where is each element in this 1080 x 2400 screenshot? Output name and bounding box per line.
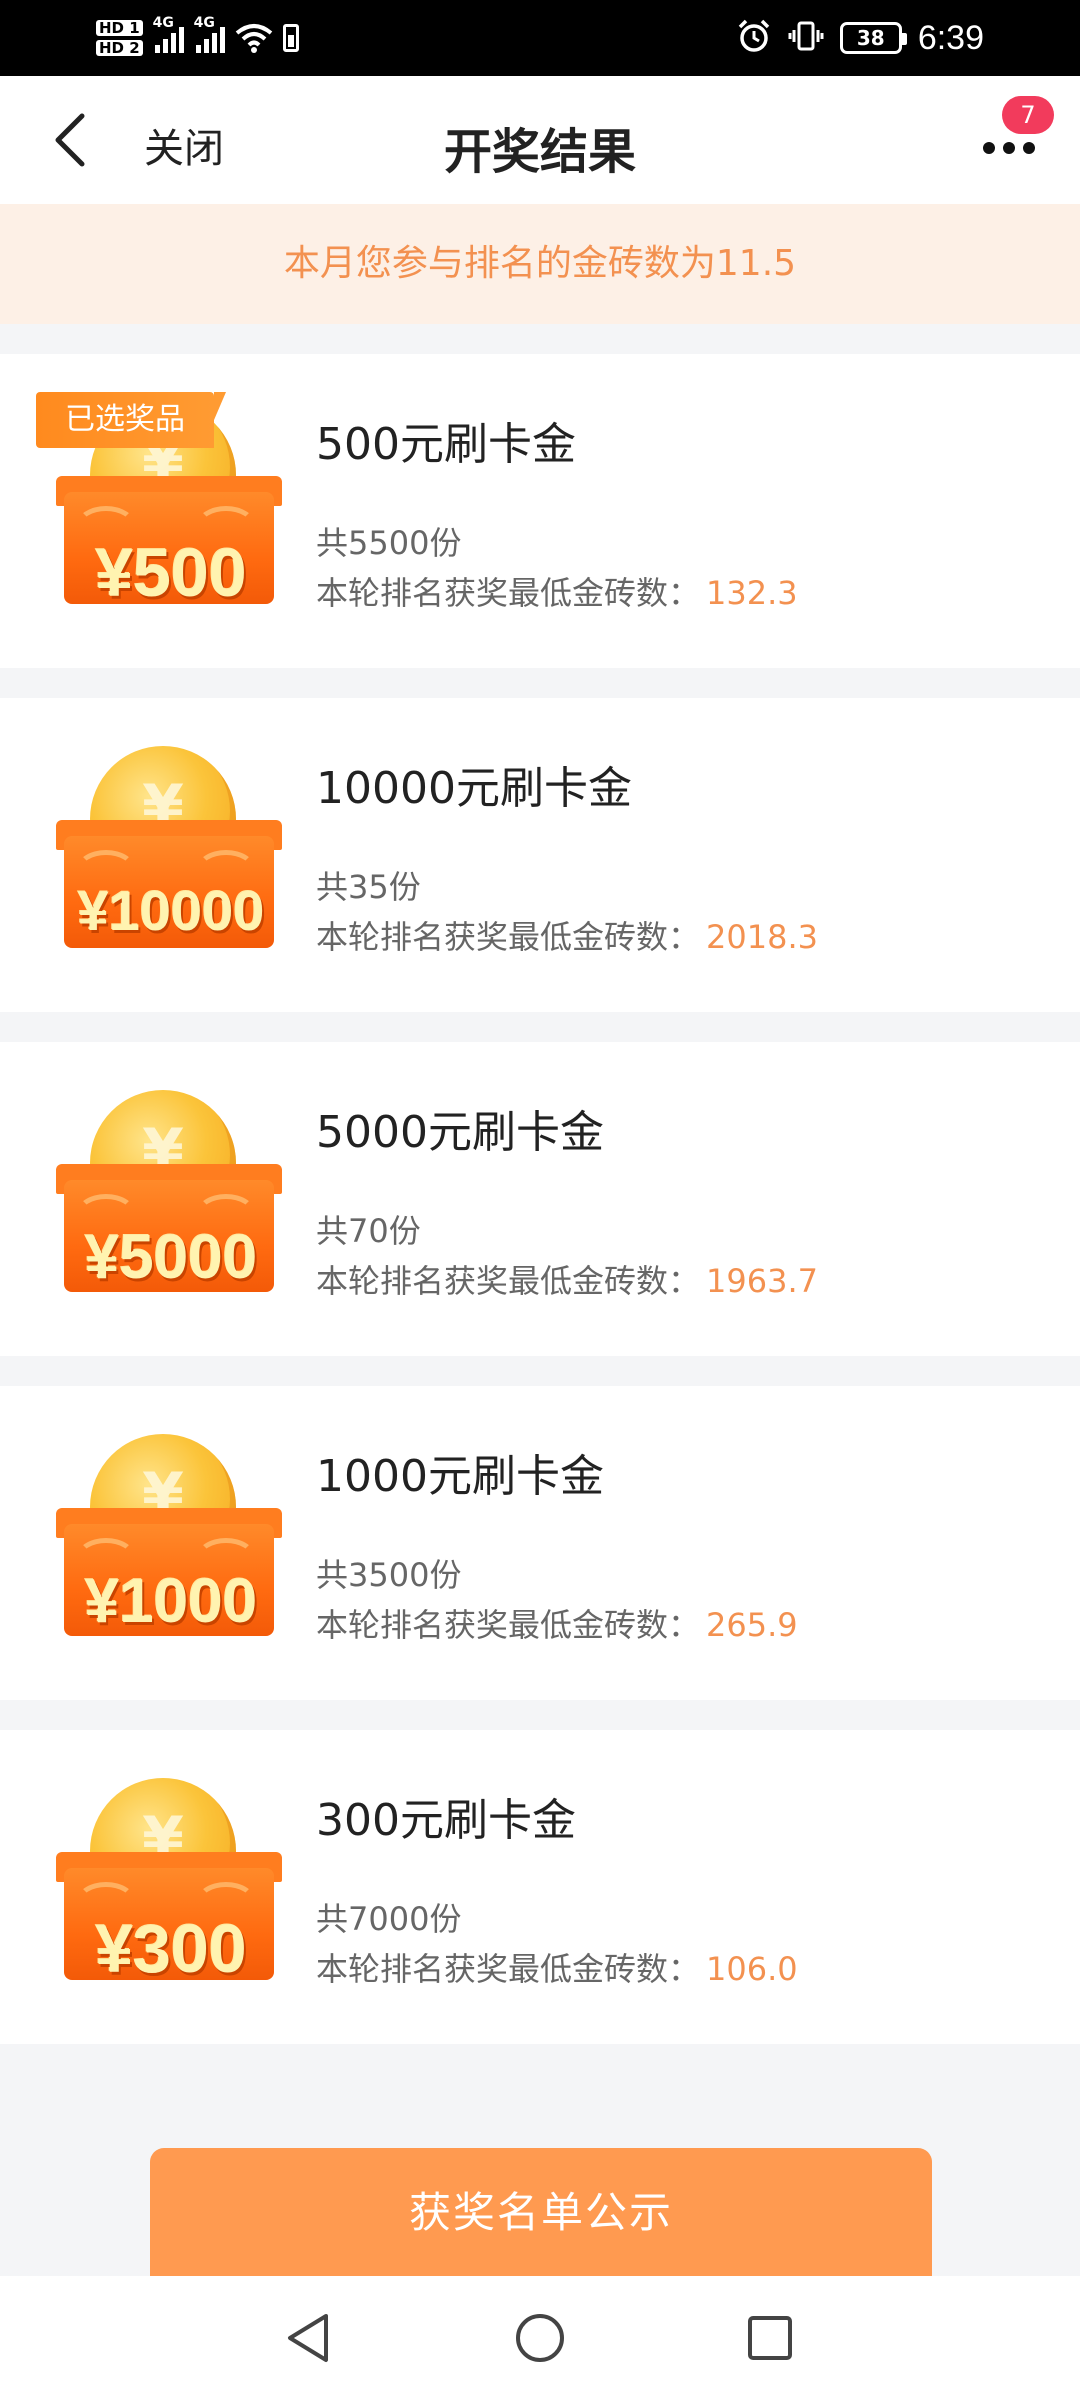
min-label: 本轮排名获奖最低金砖数： bbox=[316, 1950, 701, 1988]
prize-name: 500元刷卡金 bbox=[316, 419, 576, 470]
prize-count: 共5500份 bbox=[316, 524, 462, 562]
signal-icon: 4G bbox=[153, 15, 184, 53]
min-value: 132.3 bbox=[706, 574, 798, 612]
prize-count: 共7000份 bbox=[316, 1900, 462, 1938]
prize-card[interactable]: 已选奖品 ¥ ¥500 500元刷卡金 共5500份 本轮排名获奖最低金砖数： 1… bbox=[0, 354, 1080, 668]
top-nav-bar: 关闭 开奖结果 7 bbox=[0, 76, 1080, 204]
status-left: HD 1 HD 2 4G 4G bbox=[96, 10, 299, 66]
battery-level: 38 bbox=[856, 26, 885, 50]
hd2-label: HD 2 bbox=[96, 40, 143, 56]
nav-home-button[interactable] bbox=[508, 2306, 572, 2370]
prize-name: 5000元刷卡金 bbox=[316, 1107, 604, 1158]
prize-min-bricks: 本轮排名获奖最低金砖数： 265.9 bbox=[316, 1600, 798, 1646]
prize-gift-icon: ¥ ¥300 bbox=[56, 1770, 286, 2002]
prize-min-bricks: 本轮排名获奖最低金砖数： 2018.3 bbox=[316, 912, 818, 958]
prize-card[interactable]: ¥ ¥5000 5000元刷卡金 共70份 本轮排名获奖最低金砖数： 1963.7 bbox=[0, 1042, 1080, 1356]
prize-count: 共35份 bbox=[316, 868, 421, 906]
min-label: 本轮排名获奖最低金砖数： bbox=[316, 574, 701, 612]
prize-amount: ¥10000 bbox=[77, 879, 265, 942]
square-recents-icon bbox=[748, 2316, 792, 2360]
prize-name: 300元刷卡金 bbox=[316, 1795, 576, 1846]
prize-gift-icon: ¥ ¥10000 bbox=[56, 738, 286, 970]
status-right: 38 6:39 bbox=[736, 10, 984, 66]
min-value: 1963.7 bbox=[706, 1262, 818, 1300]
prize-min-bricks: 本轮排名获奖最低金砖数： 106.0 bbox=[316, 1944, 798, 1990]
page-title: 开奖结果 bbox=[443, 124, 636, 180]
min-value: 2018.3 bbox=[706, 918, 818, 956]
prize-list: 已选奖品 ¥ ¥500 500元刷卡金 共5500份 本轮排名获奖最低金砖数： 1… bbox=[0, 354, 1080, 2074]
nav-recents-button[interactable] bbox=[738, 2306, 802, 2370]
hd-indicator: HD 1 HD 2 bbox=[96, 20, 143, 56]
min-label: 本轮排名获奖最低金砖数： bbox=[316, 1262, 701, 1300]
prize-amount: ¥300 bbox=[95, 1911, 247, 1987]
notification-badge: 7 bbox=[1002, 96, 1054, 134]
prize-count: 共3500份 bbox=[316, 1556, 462, 1594]
status-bar: HD 1 HD 2 4G 4G 38 6:39 bbox=[0, 0, 1080, 76]
prize-min-bricks: 本轮排名获奖最低金砖数： 1963.7 bbox=[316, 1256, 818, 1302]
prize-card[interactable]: ¥ ¥10000 10000元刷卡金 共35份 本轮排名获奖最低金砖数： 2018… bbox=[0, 698, 1080, 1012]
sim-battery-icon bbox=[282, 24, 299, 52]
min-label: 本轮排名获奖最低金砖数： bbox=[316, 918, 701, 956]
battery-icon: 38 bbox=[839, 22, 907, 54]
prize-name: 1000元刷卡金 bbox=[316, 1451, 604, 1502]
prize-amount: ¥5000 bbox=[84, 1223, 258, 1292]
min-value: 265.9 bbox=[706, 1606, 798, 1644]
triangle-back-icon bbox=[288, 2314, 328, 2362]
prize-count: 共70份 bbox=[316, 1212, 421, 1250]
system-nav-bar bbox=[0, 2276, 1080, 2400]
prize-amount: ¥500 bbox=[95, 535, 247, 611]
vibrate-icon bbox=[788, 18, 824, 58]
net2-label: 4G bbox=[193, 15, 215, 31]
min-label: 本轮排名获奖最低金砖数： bbox=[316, 1606, 701, 1644]
more-dots-icon bbox=[983, 142, 995, 154]
circle-home-icon bbox=[516, 2314, 564, 2362]
gold-brick-notice: 本月您参与排名的金砖数为11.5 bbox=[0, 204, 1080, 324]
prize-gift-icon: ¥ ¥1000 bbox=[56, 1426, 286, 1658]
clock: 6:39 bbox=[917, 18, 984, 57]
prize-min-bricks: 本轮排名获奖最低金砖数： 132.3 bbox=[316, 568, 798, 614]
prize-name: 10000元刷卡金 bbox=[316, 763, 632, 814]
prize-card[interactable]: ¥ ¥300 300元刷卡金 共7000份 本轮排名获奖最低金砖数： 106.0 bbox=[0, 1730, 1080, 2044]
prize-amount: ¥1000 bbox=[84, 1567, 258, 1636]
prize-gift-icon: ¥ ¥5000 bbox=[56, 1082, 286, 1314]
selected-prize-tag: 已选奖品 bbox=[36, 392, 226, 448]
min-value: 106.0 bbox=[706, 1950, 798, 1988]
winner-list-button[interactable]: 获奖名单公示 bbox=[150, 2148, 932, 2278]
net1-label: 4G bbox=[152, 15, 174, 31]
hd1-label: HD 1 bbox=[96, 20, 143, 36]
nav-back-button[interactable] bbox=[276, 2306, 340, 2370]
alarm-icon bbox=[736, 18, 772, 58]
prize-card[interactable]: ¥ ¥1000 1000元刷卡金 共3500份 本轮排名获奖最低金砖数： 265.… bbox=[0, 1386, 1080, 1700]
signal-icon-2: 4G bbox=[194, 15, 225, 53]
wifi-icon bbox=[235, 23, 273, 53]
